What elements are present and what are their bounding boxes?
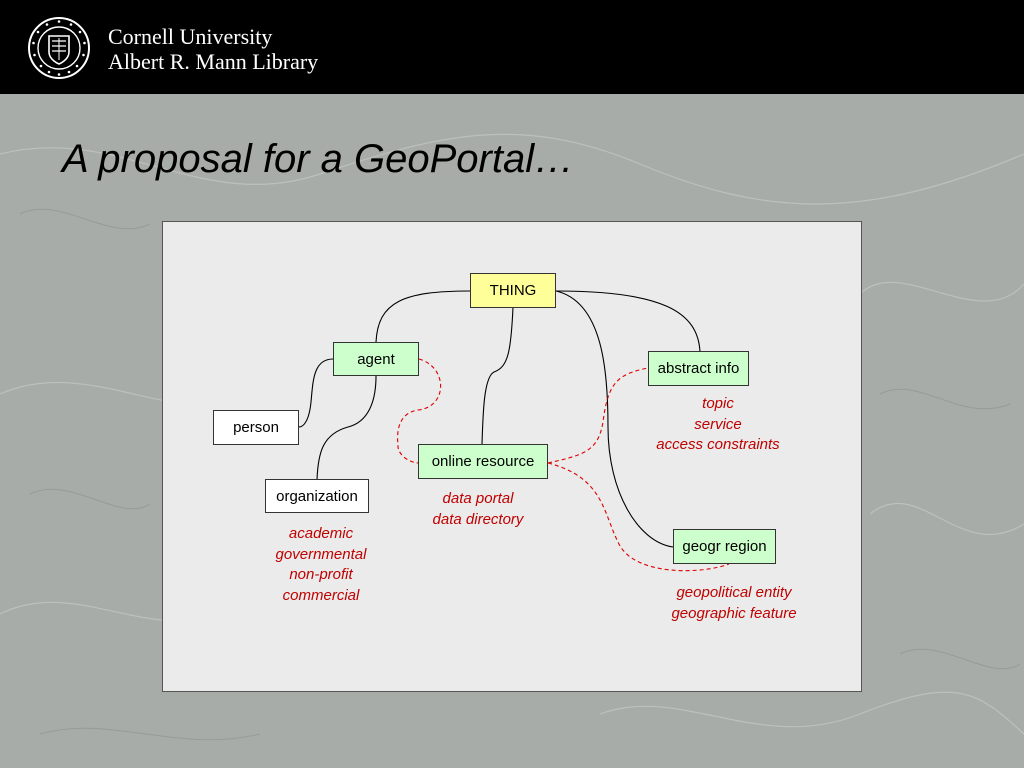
annotation-item: academic [288,525,354,542]
edge-thing-abstract-info [555,290,701,353]
node-person: person [213,410,299,445]
annotation-item: governmental [275,545,367,563]
annotation-item: commercial [282,586,360,604]
node-geogr-region: geogr region [673,529,776,564]
annotation-item: access constraints [656,436,780,453]
edge-agent-organization [316,375,377,481]
node-agent: agent [333,342,419,376]
annotation-organization-types: academic governmental non-profit commerc… [251,524,391,606]
slide-title: A proposal for a GeoPortal… [62,137,575,181]
edge-thing-online-resource [481,306,514,445]
node-thing: THING [470,273,556,308]
annotation-item: data portal [442,490,514,507]
node-organization: organization [265,479,369,513]
annotation-item: geopolitical entity [676,584,792,601]
annotation-item: data directory [432,510,524,528]
annotation-abstract-info-types: topic service access constraints [633,394,803,456]
annotation-item: geographic feature [671,604,797,622]
annotation-geogr-region-types: geopolitical entity geographic feature [649,583,819,624]
annotation-item: non-profit [289,566,353,583]
library-name: Albert R. Mann Library [108,49,319,74]
institution-header-bar: Cornell University Albert R. Mann Librar… [0,0,1024,94]
institution-name: Cornell University [108,24,273,49]
ontology-diagram-panel: THING agent person organization online r… [162,221,862,692]
node-online-resource: online resource [418,444,548,479]
node-abstract-info: abstract info [648,351,749,386]
annotation-online-resource-types: data portal data directory [408,489,548,530]
annotation-item: service [694,415,742,433]
annotation-item: topic [702,395,734,412]
edge-agent-person [298,358,334,428]
edge-thing-agent [375,290,471,343]
cornell-seal-icon [28,17,90,79]
